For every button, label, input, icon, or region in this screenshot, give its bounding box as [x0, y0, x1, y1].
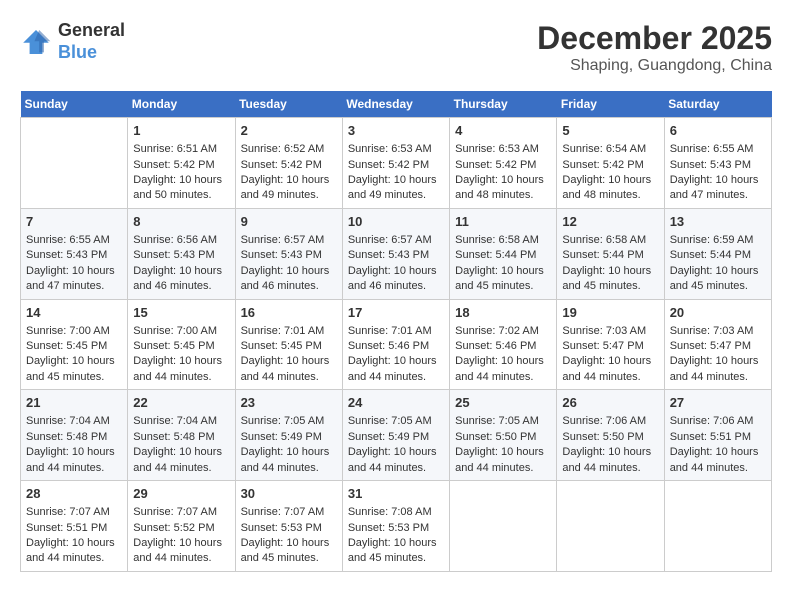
day-number: 29 [133, 485, 229, 503]
calendar-cell [450, 481, 557, 572]
day-number: 9 [241, 213, 337, 231]
day-number: 4 [455, 122, 551, 140]
calendar-cell: 6Sunrise: 6:55 AMSunset: 5:43 PMDaylight… [664, 118, 771, 209]
day-number: 20 [670, 304, 766, 322]
calendar-cell: 8Sunrise: 6:56 AMSunset: 5:43 PMDaylight… [128, 208, 235, 299]
page-header: General Blue December 2025 Shaping, Guan… [20, 20, 772, 75]
calendar-week-row: 28Sunrise: 7:07 AMSunset: 5:51 PMDayligh… [21, 481, 772, 572]
calendar-cell: 21Sunrise: 7:04 AMSunset: 5:48 PMDayligh… [21, 390, 128, 481]
day-number: 31 [348, 485, 444, 503]
calendar-cell: 16Sunrise: 7:01 AMSunset: 5:45 PMDayligh… [235, 299, 342, 390]
calendar-cell: 30Sunrise: 7:07 AMSunset: 5:53 PMDayligh… [235, 481, 342, 572]
calendar-cell [557, 481, 664, 572]
calendar-cell: 13Sunrise: 6:59 AMSunset: 5:44 PMDayligh… [664, 208, 771, 299]
calendar-week-row: 21Sunrise: 7:04 AMSunset: 5:48 PMDayligh… [21, 390, 772, 481]
calendar-cell: 4Sunrise: 6:53 AMSunset: 5:42 PMDaylight… [450, 118, 557, 209]
logo-text: General Blue [58, 20, 125, 63]
day-number: 25 [455, 394, 551, 412]
calendar-cell [664, 481, 771, 572]
calendar-body: 1Sunrise: 6:51 AMSunset: 5:42 PMDaylight… [21, 118, 772, 572]
calendar-cell: 10Sunrise: 6:57 AMSunset: 5:43 PMDayligh… [342, 208, 449, 299]
day-number: 13 [670, 213, 766, 231]
calendar-week-row: 1Sunrise: 6:51 AMSunset: 5:42 PMDaylight… [21, 118, 772, 209]
header-day: Wednesday [342, 91, 449, 118]
calendar-cell: 26Sunrise: 7:06 AMSunset: 5:50 PMDayligh… [557, 390, 664, 481]
logo: General Blue [20, 20, 125, 63]
day-number: 5 [562, 122, 658, 140]
day-number: 26 [562, 394, 658, 412]
header-day: Thursday [450, 91, 557, 118]
logo-icon [20, 28, 52, 56]
header-row: SundayMondayTuesdayWednesdayThursdayFrid… [21, 91, 772, 118]
day-number: 11 [455, 213, 551, 231]
calendar-cell: 20Sunrise: 7:03 AMSunset: 5:47 PMDayligh… [664, 299, 771, 390]
calendar-cell: 31Sunrise: 7:08 AMSunset: 5:53 PMDayligh… [342, 481, 449, 572]
calendar-cell: 17Sunrise: 7:01 AMSunset: 5:46 PMDayligh… [342, 299, 449, 390]
day-number: 7 [26, 213, 122, 231]
day-number: 3 [348, 122, 444, 140]
calendar-cell: 2Sunrise: 6:52 AMSunset: 5:42 PMDaylight… [235, 118, 342, 209]
calendar-cell: 29Sunrise: 7:07 AMSunset: 5:52 PMDayligh… [128, 481, 235, 572]
day-number: 10 [348, 213, 444, 231]
day-number: 16 [241, 304, 337, 322]
day-number: 2 [241, 122, 337, 140]
calendar-week-row: 7Sunrise: 6:55 AMSunset: 5:43 PMDaylight… [21, 208, 772, 299]
header-day: Friday [557, 91, 664, 118]
calendar-cell: 18Sunrise: 7:02 AMSunset: 5:46 PMDayligh… [450, 299, 557, 390]
day-number: 23 [241, 394, 337, 412]
location-subtitle: Shaping, Guangdong, China [537, 57, 772, 75]
day-number: 30 [241, 485, 337, 503]
calendar-cell: 11Sunrise: 6:58 AMSunset: 5:44 PMDayligh… [450, 208, 557, 299]
day-number: 14 [26, 304, 122, 322]
day-number: 12 [562, 213, 658, 231]
calendar-cell [21, 118, 128, 209]
calendar-cell: 25Sunrise: 7:05 AMSunset: 5:50 PMDayligh… [450, 390, 557, 481]
calendar-header: SundayMondayTuesdayWednesdayThursdayFrid… [21, 91, 772, 118]
day-number: 28 [26, 485, 122, 503]
calendar-cell: 7Sunrise: 6:55 AMSunset: 5:43 PMDaylight… [21, 208, 128, 299]
calendar-cell: 9Sunrise: 6:57 AMSunset: 5:43 PMDaylight… [235, 208, 342, 299]
calendar-cell: 28Sunrise: 7:07 AMSunset: 5:51 PMDayligh… [21, 481, 128, 572]
day-number: 6 [670, 122, 766, 140]
calendar-cell: 27Sunrise: 7:06 AMSunset: 5:51 PMDayligh… [664, 390, 771, 481]
day-number: 24 [348, 394, 444, 412]
day-number: 8 [133, 213, 229, 231]
calendar-cell: 3Sunrise: 6:53 AMSunset: 5:42 PMDaylight… [342, 118, 449, 209]
header-day: Tuesday [235, 91, 342, 118]
calendar-cell: 15Sunrise: 7:00 AMSunset: 5:45 PMDayligh… [128, 299, 235, 390]
calendar-cell: 1Sunrise: 6:51 AMSunset: 5:42 PMDaylight… [128, 118, 235, 209]
day-number: 15 [133, 304, 229, 322]
calendar-cell: 23Sunrise: 7:05 AMSunset: 5:49 PMDayligh… [235, 390, 342, 481]
day-number: 27 [670, 394, 766, 412]
calendar-cell: 12Sunrise: 6:58 AMSunset: 5:44 PMDayligh… [557, 208, 664, 299]
calendar-cell: 14Sunrise: 7:00 AMSunset: 5:45 PMDayligh… [21, 299, 128, 390]
header-day: Sunday [21, 91, 128, 118]
day-number: 18 [455, 304, 551, 322]
day-number: 22 [133, 394, 229, 412]
calendar-cell: 22Sunrise: 7:04 AMSunset: 5:48 PMDayligh… [128, 390, 235, 481]
month-title: December 2025 [537, 20, 772, 57]
header-day: Saturday [664, 91, 771, 118]
calendar-cell: 5Sunrise: 6:54 AMSunset: 5:42 PMDaylight… [557, 118, 664, 209]
day-number: 19 [562, 304, 658, 322]
calendar-cell: 24Sunrise: 7:05 AMSunset: 5:49 PMDayligh… [342, 390, 449, 481]
day-number: 21 [26, 394, 122, 412]
calendar-cell: 19Sunrise: 7:03 AMSunset: 5:47 PMDayligh… [557, 299, 664, 390]
day-number: 17 [348, 304, 444, 322]
calendar-table: SundayMondayTuesdayWednesdayThursdayFrid… [20, 91, 772, 572]
title-block: December 2025 Shaping, Guangdong, China [537, 20, 772, 75]
calendar-week-row: 14Sunrise: 7:00 AMSunset: 5:45 PMDayligh… [21, 299, 772, 390]
header-day: Monday [128, 91, 235, 118]
day-number: 1 [133, 122, 229, 140]
